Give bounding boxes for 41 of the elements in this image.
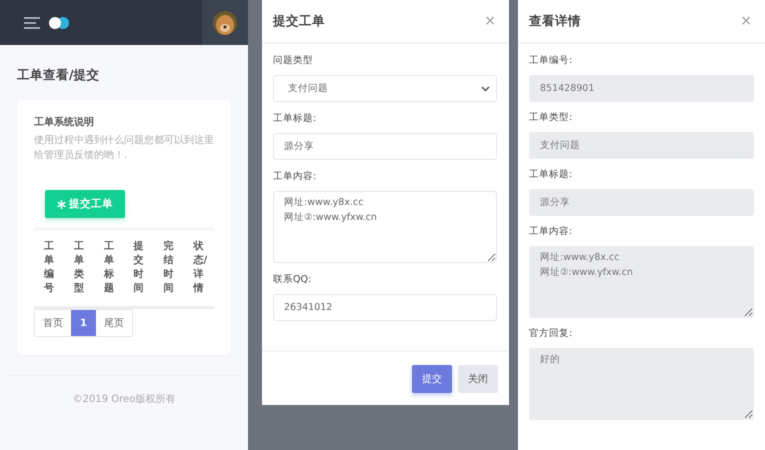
field-label: 工单标题:	[273, 112, 318, 125]
input-field[interactable]: 26341012	[273, 294, 497, 321]
text-area[interactable]: 网址:www.y8x.cc 网址②:www.yfxw.cn	[529, 246, 754, 318]
field-label: 工单类型:	[529, 111, 574, 124]
field-label: 联系QQ:	[273, 273, 312, 286]
submit-ticket-button[interactable]: 提交工单	[45, 190, 125, 218]
field-label: 工单内容:	[529, 225, 574, 238]
column-header: 工单标题	[104, 240, 115, 296]
notice-title: 工单系统说明	[34, 116, 95, 129]
asterisk-icon	[57, 200, 66, 208]
column-header: 状态/详情	[193, 240, 208, 296]
type-select[interactable]: 支付问题	[273, 75, 497, 102]
input-field[interactable]: 源分享	[273, 133, 497, 160]
dialog-title: 查看详情	[529, 12, 581, 30]
input-field[interactable]: 支付问题	[529, 132, 754, 159]
menu-icon[interactable]	[24, 16, 40, 28]
input-field[interactable]: 851428901	[529, 75, 754, 102]
dialog-title: 提交工单	[273, 12, 325, 30]
text-area[interactable]: 好的	[529, 348, 754, 420]
field-label: 工单标题:	[529, 168, 574, 181]
avatar-button[interactable]	[202, 0, 248, 45]
column-header: 提交时间	[134, 240, 145, 296]
close-dialog-button[interactable]: 关闭	[458, 365, 498, 393]
column-header: 工单编号	[44, 240, 55, 296]
field-label: 官方回复:	[529, 327, 574, 340]
page-title: 工单查看/提交	[17, 67, 101, 84]
chevron-icon	[481, 86, 490, 92]
copyright-text: ©2019 Oreo版权所有	[72, 392, 176, 406]
page-button[interactable]: 1	[71, 310, 96, 336]
close-button[interactable]: ×	[738, 13, 754, 29]
submit-button[interactable]: 提交	[412, 365, 452, 393]
column-header: 完结时间	[164, 240, 175, 296]
column-header: 工单类型	[74, 240, 85, 296]
field-label: 问题类型	[273, 54, 314, 67]
input-field[interactable]: 源分享	[529, 189, 754, 216]
field-label: 工单内容:	[273, 170, 318, 183]
text-area[interactable]: 网址:www.y8x.cc 网址②:www.yfxw.cn	[273, 191, 497, 263]
field-label: 工单编号:	[529, 54, 574, 67]
notice-text: 使用过程中遇到什么问题您都可以到这里给管理员反馈的哟！.	[34, 134, 214, 163]
toggle-logo-icon	[49, 16, 69, 28]
close-button[interactable]: ×	[482, 13, 498, 29]
